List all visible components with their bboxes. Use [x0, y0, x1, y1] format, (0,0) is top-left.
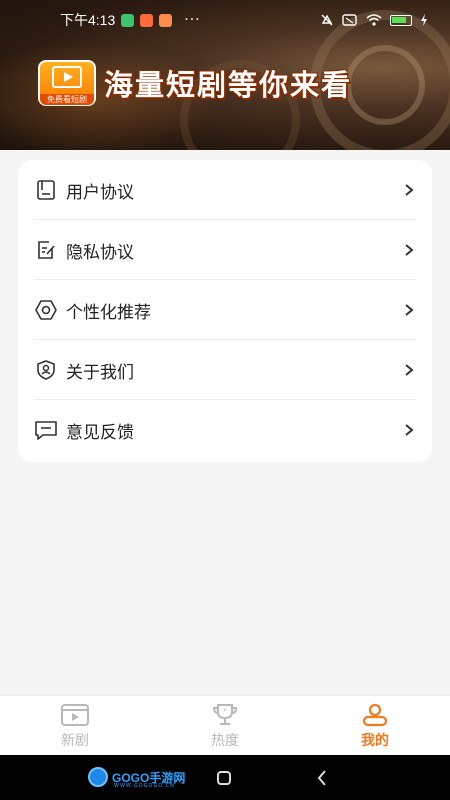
- mail-notification-icon: [159, 13, 173, 27]
- tab-mine[interactable]: 我的: [300, 696, 450, 755]
- more-notifications-icon: ···: [184, 12, 201, 28]
- wifi-icon: [366, 14, 382, 26]
- chevron-right-icon: [405, 184, 414, 196]
- tab-label: 我的: [361, 732, 389, 749]
- app-logo: 免费看短剧: [38, 60, 96, 106]
- menu-item-label: 隐私协议: [66, 242, 134, 263]
- banner-logo-row: 免费看短剧 海量短剧等你来看: [38, 60, 352, 106]
- menu-item-label: 意见反馈: [66, 422, 134, 443]
- charging-icon: [421, 14, 427, 26]
- status-right: [320, 13, 428, 27]
- mute-icon: [321, 14, 333, 26]
- chevron-right-icon: [405, 304, 414, 316]
- menu-item-label: 用户协议: [66, 182, 134, 203]
- document-icon: [34, 178, 58, 202]
- back-button[interactable]: [315, 769, 329, 787]
- watermark-logo-icon: [88, 767, 108, 787]
- home-button[interactable]: [217, 771, 231, 785]
- tab-new-dramas[interactable]: 新剧: [0, 696, 150, 755]
- menu-item-label: 关于我们: [66, 362, 134, 383]
- status-bar: 下午4:13 ···: [0, 0, 450, 40]
- trophy-icon: [212, 703, 238, 725]
- sim-icon: [342, 14, 357, 26]
- menu-item-privacy-policy[interactable]: 隐私协议: [34, 220, 416, 280]
- wechat-notification-icon: [121, 13, 135, 27]
- system-nav-bar: GOGO手游网 WWW.GOGOGO.CN: [0, 755, 450, 800]
- app-notification-icon: [140, 13, 154, 27]
- menu-item-personalized-recommendation[interactable]: 个性化推荐: [34, 280, 416, 340]
- bottom-tab-bar: 新剧 热度 我的: [0, 695, 450, 755]
- video-icon: [61, 703, 89, 726]
- menu-item-label: 个性化推荐: [66, 302, 151, 323]
- gear-icon: [34, 298, 58, 322]
- watermark-subtext: WWW.GOGOGO.CN: [114, 783, 175, 789]
- film-reel-decoration: [345, 45, 425, 125]
- edit-document-icon: [34, 238, 58, 262]
- menu-item-feedback[interactable]: 意见反馈: [34, 400, 416, 460]
- chevron-right-icon: [405, 244, 414, 256]
- tab-trending[interactable]: 热度: [150, 696, 300, 755]
- chevron-right-icon: [405, 424, 414, 436]
- settings-card: 用户协议 隐私协议 个性化推荐 关于我们 意见反馈: [18, 160, 432, 462]
- shield-user-icon: [34, 358, 58, 382]
- status-time: 下午4:13: [60, 12, 116, 28]
- chevron-right-icon: [405, 364, 414, 376]
- menu-item-user-agreement[interactable]: 用户协议: [34, 160, 416, 220]
- watermark: GOGO手游网 WWW.GOGOGO.CN: [88, 767, 185, 789]
- film-play-icon: [52, 66, 82, 88]
- tab-label: 新剧: [61, 732, 89, 749]
- logo-caption: 免费看短剧: [40, 94, 94, 105]
- tab-label: 热度: [211, 732, 239, 749]
- battery-icon: [390, 14, 412, 26]
- message-icon: [34, 418, 58, 442]
- banner-slogan: 海量短剧等你来看: [104, 68, 353, 102]
- user-icon: [362, 703, 388, 726]
- menu-item-about-us[interactable]: 关于我们: [34, 340, 416, 400]
